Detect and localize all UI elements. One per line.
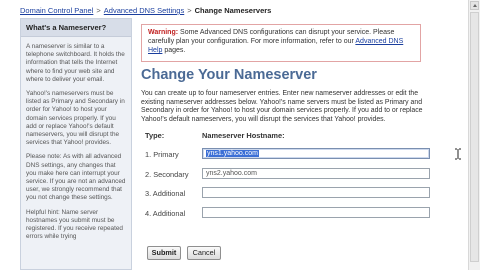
sidebar-paragraph: A nameserver is similar to a telephone s… (26, 43, 125, 83)
page-title: Change Your Nameserver (141, 67, 317, 83)
vertical-scrollbar[interactable] (468, 0, 480, 270)
sidebar-title: What's a Nameserver? (21, 19, 131, 37)
cancel-button[interactable]: Cancel (187, 246, 221, 260)
row-label-secondary: 2. Secondary (145, 170, 189, 179)
scroll-thumb[interactable] (470, 12, 479, 262)
help-sidebar: What's a Nameserver? A nameserver is sim… (20, 18, 132, 270)
row-label-additional-4: 4. Additional (145, 209, 186, 218)
sidebar-paragraph: Helpful hint: Name server hostnames you … (26, 208, 123, 241)
breadcrumb-separator: > (96, 6, 101, 15)
sidebar-paragraph: Please note: As with all advanced DNS se… (26, 153, 126, 202)
row-label-primary: 1. Primary (145, 150, 179, 159)
additional-nameserver-4-input[interactable] (202, 207, 430, 218)
breadcrumb-link-domain-control-panel[interactable]: Domain Control Panel (20, 6, 93, 15)
warning-label: Warning: (148, 29, 179, 36)
warning-suffix: pages. (164, 47, 186, 54)
breadcrumb: Domain Control Panel > Advanced DNS Settin… (20, 6, 271, 15)
scroll-up-arrow-icon[interactable] (470, 1, 479, 10)
breadcrumb-current: Change Nameservers (194, 6, 272, 15)
row-label-additional-3: 3. Additional (145, 189, 186, 198)
column-header-type: Type: (145, 131, 165, 140)
intro-text: You can create up to four nameserver ent… (141, 90, 423, 123)
text-cursor-icon (455, 148, 461, 160)
sidebar-paragraph: Yahoo!'s nameservers must be listed as P… (26, 90, 125, 147)
primary-nameserver-value: yns1.yahoo.com (206, 150, 259, 157)
primary-nameserver-input[interactable]: yns1.yahoo.com (202, 148, 430, 159)
submit-button[interactable]: Submit (147, 246, 181, 260)
column-header-hostname: Nameserver Hostname: (202, 131, 285, 140)
secondary-nameserver-input[interactable]: yns2.yahoo.com (202, 168, 430, 179)
breadcrumb-separator: > (187, 6, 192, 15)
additional-nameserver-3-input[interactable] (202, 187, 430, 198)
warning-box: Warning: Some Advanced DNS configuration… (141, 24, 421, 62)
breadcrumb-link-advanced-dns-settings[interactable]: Advanced DNS Settings (104, 6, 184, 15)
